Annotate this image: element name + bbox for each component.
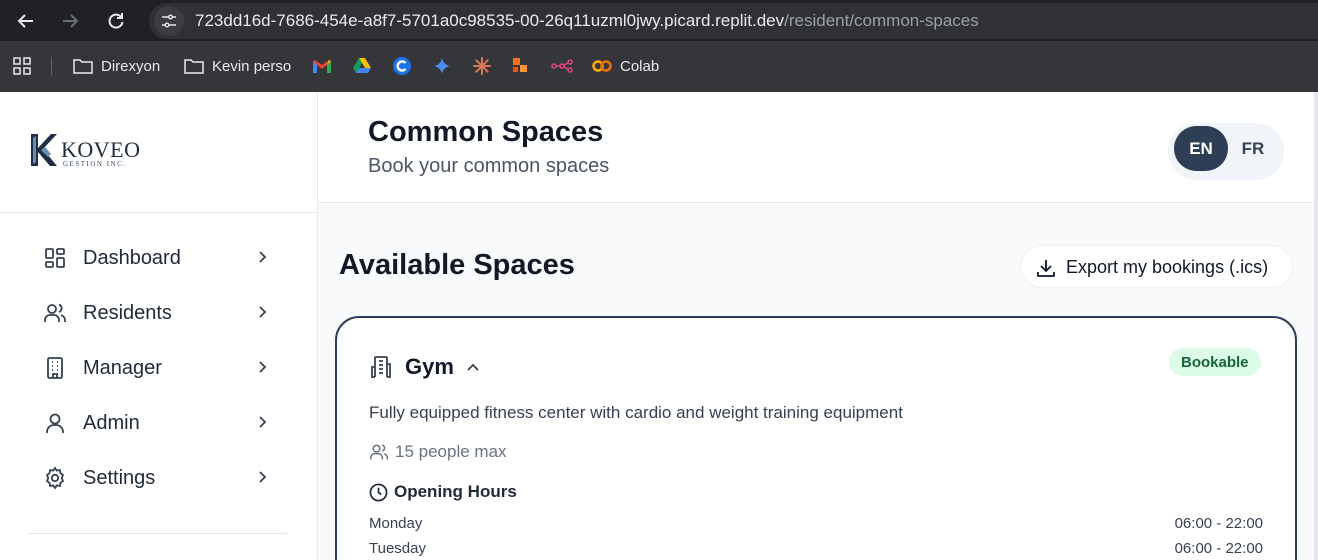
apps-grid-icon <box>13 56 31 75</box>
space-card[interactable]: Gym Bookable Fully equipped fitness cent… <box>335 316 1297 560</box>
browser-address-bar: 723dd16d-7686-454e-a8f7-5701a0c98535-00-… <box>0 0 1318 41</box>
koveo-logo: KOVEO GESTION INC. <box>29 132 141 168</box>
sidebar-item-label: Manager <box>83 357 162 379</box>
lang-fr-button[interactable]: FR <box>1226 126 1280 171</box>
colab-icon <box>592 60 612 72</box>
export-label: Export my bookings (.ics) <box>1066 257 1269 277</box>
google-drive-icon <box>353 58 371 73</box>
folder-icon <box>184 59 204 74</box>
bookmark-label: Colab <box>620 57 660 75</box>
reload-button[interactable] <box>104 9 128 33</box>
bookmark-graph[interactable] <box>551 56 581 76</box>
logo-sub: GESTION INC. <box>63 160 127 168</box>
tune-icon <box>162 14 176 28</box>
folder-icon <box>73 59 93 74</box>
sidebar-item-dashboard[interactable]: Dashboard <box>28 235 286 281</box>
hours-time: 06:00 - 22:00 <box>1174 515 1263 532</box>
hours-day: Monday <box>369 515 423 532</box>
download-icon <box>1037 260 1055 277</box>
bookmark-google-drive[interactable] <box>352 56 380 76</box>
sidebar-item-label: Residents <box>83 302 172 324</box>
sidebar-item-manager[interactable]: Manager <box>28 345 286 391</box>
url-host: 723dd16d-7686-454e-a8f7-5701a0c98535-00-… <box>195 11 785 30</box>
gear-icon <box>45 466 65 490</box>
chevron-right-icon <box>259 471 267 483</box>
space-capacity: 15 people max <box>369 442 507 462</box>
page-title: Common Spaces <box>368 116 604 148</box>
building-icon <box>371 356 391 378</box>
logo-main: KOVEO <box>61 137 141 162</box>
hours-time: 06:00 - 22:00 <box>1174 540 1263 557</box>
forward-button[interactable] <box>58 9 82 33</box>
bookmark-kevin-perso[interactable]: Kevin perso <box>184 56 291 76</box>
bookmarks-separator <box>51 57 52 75</box>
sidebar: KOVEO GESTION INC. Dashboard Residents M… <box>0 92 318 560</box>
sidebar-item-residents[interactable]: Residents <box>28 290 286 336</box>
dashboard-icon <box>45 248 65 268</box>
url-path: /resident/common-spaces <box>784 11 979 30</box>
bookmark-colab[interactable]: Colab <box>592 56 659 76</box>
arrow-right-icon <box>63 14 79 28</box>
claude-icon <box>473 57 491 75</box>
page-header: Common Spaces Book your common spaces EN… <box>318 92 1314 203</box>
hours-day: Tuesday <box>369 540 426 557</box>
bookmark-gmail[interactable] <box>312 56 340 76</box>
chevron-right-icon <box>259 251 267 263</box>
sidebar-item-label: Settings <box>83 467 156 489</box>
bookmark-label: Kevin perso <box>212 57 292 75</box>
section-title: Available Spaces <box>339 249 575 281</box>
clock-icon <box>369 483 388 501</box>
hours-row: Monday 06:00 - 22:00 <box>369 515 1263 535</box>
arrow-left-icon <box>17 14 33 28</box>
users-icon <box>44 303 66 322</box>
url-text[interactable]: 723dd16d-7686-454e-a8f7-5701a0c98535-00-… <box>195 11 979 31</box>
building-icon <box>47 357 63 379</box>
bookmark-gemini[interactable] <box>432 56 460 76</box>
sidebar-divider <box>28 533 287 534</box>
opening-hours-title: Opening Hours <box>394 482 517 501</box>
bookmark-label: Direxyon <box>101 57 161 75</box>
c-app-icon <box>393 57 411 75</box>
opening-hours-heading: Opening Hours <box>369 482 517 502</box>
capacity-text: 15 people max <box>395 442 507 461</box>
page-subtitle: Book your common spaces <box>368 155 610 177</box>
site-info-button[interactable] <box>154 6 184 36</box>
sidebar-item-label: Dashboard <box>83 247 181 269</box>
scrollbar-track[interactable] <box>1314 92 1318 560</box>
language-toggle: EN FR <box>1168 123 1284 180</box>
users-icon <box>369 444 389 460</box>
apps-button[interactable] <box>13 56 40 76</box>
bookmarks-bar: Direxyon Kevin perso Colab <box>0 41 1318 92</box>
gemini-icon <box>433 57 451 75</box>
user-icon <box>46 413 64 433</box>
export-bookings-button[interactable]: Export my bookings (.ics) <box>1020 245 1293 288</box>
sidebar-item-settings[interactable]: Settings <box>28 455 286 501</box>
main-content: Available Spaces Export my bookings (.ic… <box>318 203 1314 560</box>
logo-text: KOVEO GESTION INC. <box>61 139 141 168</box>
sidebar-divider <box>0 212 317 213</box>
chevron-right-icon <box>259 306 267 318</box>
graph-icon <box>551 59 573 73</box>
hours-row: Tuesday 06:00 - 22:00 <box>369 540 1263 560</box>
shape-icon <box>513 58 527 72</box>
bookmark-shape[interactable] <box>512 56 538 76</box>
space-name: Gym <box>405 354 454 379</box>
sidebar-item-label: Admin <box>83 412 140 434</box>
bookmark-direxyon[interactable]: Direxyon <box>73 56 160 76</box>
bookmark-c-app[interactable] <box>392 56 420 76</box>
bookmark-claude[interactable] <box>472 56 500 76</box>
back-button[interactable] <box>14 9 38 33</box>
chevron-right-icon <box>259 416 267 428</box>
sidebar-item-admin[interactable]: Admin <box>28 400 286 446</box>
space-description: Fully equipped fitness center with cardi… <box>369 403 903 422</box>
chevron-up-icon[interactable] <box>465 360 481 376</box>
gmail-icon <box>313 60 331 73</box>
koveo-k-logo-icon <box>31 134 57 166</box>
status-badge: Bookable <box>1169 348 1261 376</box>
chevron-right-icon <box>259 361 267 373</box>
reload-icon <box>108 13 124 29</box>
lang-en-button[interactable]: EN <box>1174 126 1228 171</box>
